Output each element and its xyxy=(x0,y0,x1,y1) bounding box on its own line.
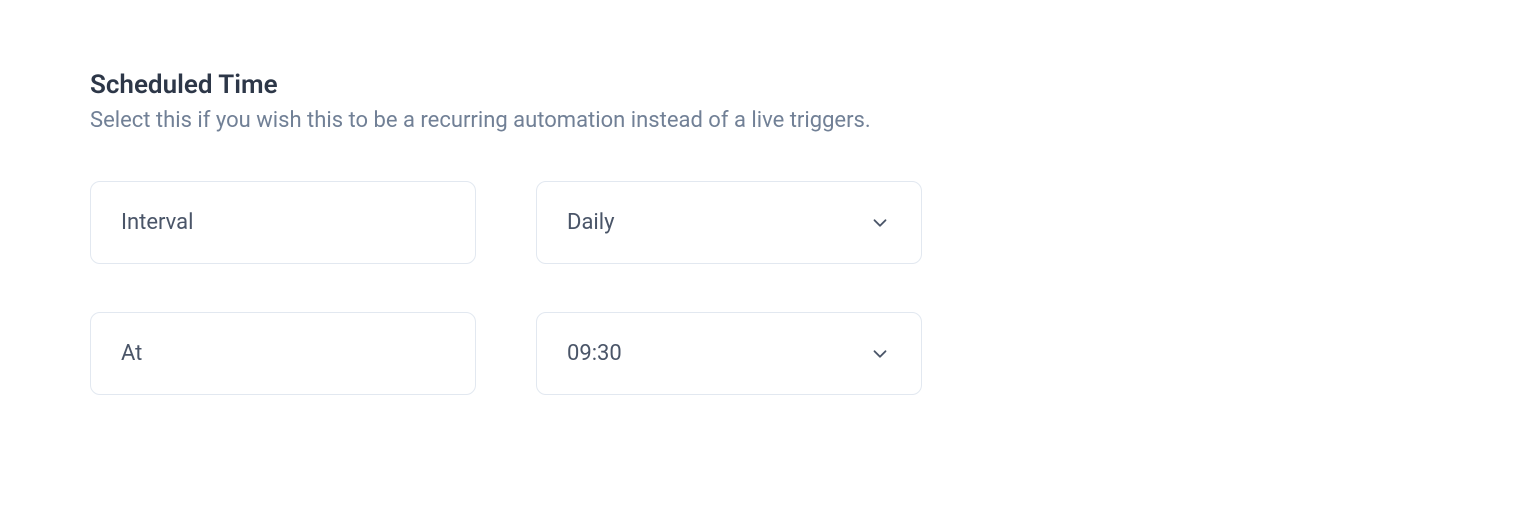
section-description: Select this if you wish this to be a rec… xyxy=(90,108,1450,133)
interval-value: Daily xyxy=(567,210,615,235)
section-title: Scheduled Time xyxy=(90,70,1450,100)
at-label: At xyxy=(121,341,142,366)
interval-label-box: Interval xyxy=(90,181,476,264)
at-row: At 09:30 xyxy=(90,312,1450,395)
scheduled-time-section: Scheduled Time Select this if you wish t… xyxy=(90,70,1450,395)
at-value: 09:30 xyxy=(567,341,622,366)
at-select[interactable]: 09:30 xyxy=(536,312,922,395)
chevron-down-icon xyxy=(869,343,891,365)
at-label-box: At xyxy=(90,312,476,395)
interval-select[interactable]: Daily xyxy=(536,181,922,264)
interval-row: Interval Daily xyxy=(90,181,1450,264)
chevron-down-icon xyxy=(869,212,891,234)
interval-label: Interval xyxy=(121,210,193,235)
